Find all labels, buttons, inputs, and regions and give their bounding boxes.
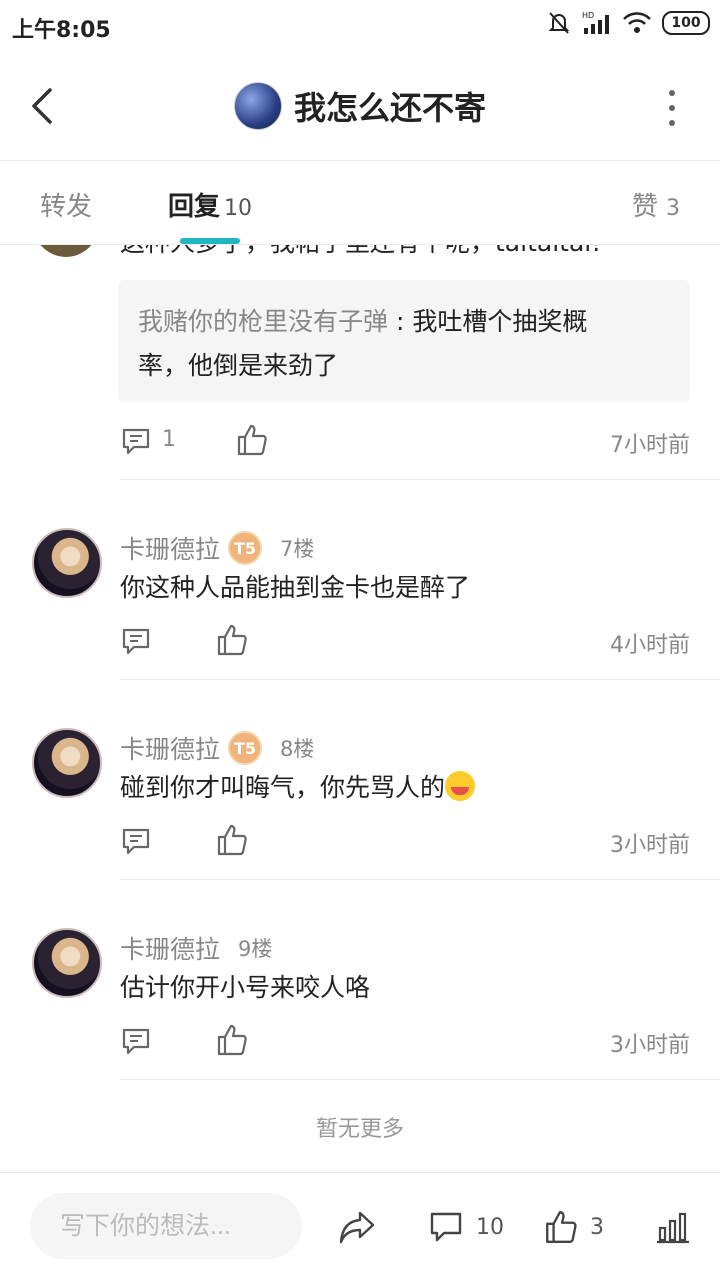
bar-chart-icon bbox=[657, 1212, 689, 1244]
tab-reply[interactable]: 回复 10 bbox=[168, 186, 252, 223]
comment-text: 这种人多了，我帖子里还有个呢，taitaitai! bbox=[120, 245, 601, 259]
username[interactable]: 卡珊德拉 bbox=[120, 730, 220, 766]
divider bbox=[120, 879, 720, 880]
divider bbox=[120, 1079, 720, 1080]
tab-like[interactable]: 赞3 bbox=[632, 186, 680, 223]
header: 我怎么还不寄 bbox=[0, 52, 720, 160]
timestamp: 3小时前 bbox=[610, 833, 690, 858]
mute-bell-icon bbox=[548, 12, 570, 34]
share-icon bbox=[339, 1211, 375, 1244]
reply-actions: 4小时前 bbox=[120, 621, 690, 661]
more-dot-icon bbox=[669, 120, 675, 126]
status-icons: HD 100 bbox=[546, 10, 710, 36]
smile-emoji-icon bbox=[445, 771, 476, 801]
quote-text-line-2: 率，他倒是来劲了 bbox=[138, 351, 339, 380]
comment-icon[interactable] bbox=[120, 1025, 152, 1057]
more-options-button[interactable] bbox=[660, 90, 684, 126]
user-level-badge: T5 bbox=[228, 531, 263, 565]
avatar[interactable] bbox=[32, 528, 102, 598]
thumbs-up-icon bbox=[546, 1211, 577, 1243]
timestamp: 7小时前 bbox=[610, 433, 690, 458]
status-time: 上午8:05 bbox=[12, 18, 111, 43]
thumbs-up-icon[interactable] bbox=[216, 1023, 248, 1057]
floor-number: 7楼 bbox=[280, 537, 315, 561]
stats-button[interactable] bbox=[656, 1209, 690, 1245]
quote-text-line-1: 我吐槽个抽奖概 bbox=[412, 307, 588, 336]
tab-forward[interactable]: 转发 bbox=[40, 186, 92, 223]
tab-like-count: 3 bbox=[666, 196, 680, 221]
more-dot-icon bbox=[669, 90, 675, 96]
comment-button[interactable]: 10 bbox=[428, 1209, 504, 1245]
reply-meta: 卡珊德拉 9楼 bbox=[120, 928, 272, 968]
like-count: 3 bbox=[590, 1214, 604, 1240]
comment-count: 10 bbox=[476, 1214, 504, 1240]
timestamp: 3小时前 bbox=[610, 1033, 690, 1058]
floor-number: 8楼 bbox=[280, 737, 315, 761]
page-title: 我怎么还不寄 bbox=[293, 89, 486, 127]
avatar[interactable] bbox=[32, 245, 100, 257]
title-group: 我怎么还不寄 bbox=[0, 82, 720, 130]
divider bbox=[120, 479, 720, 480]
like-button[interactable]: 3 bbox=[544, 1209, 604, 1245]
username[interactable]: 卡珊德拉 bbox=[120, 530, 220, 566]
comment-icon[interactable] bbox=[120, 425, 152, 457]
user-level-badge: T5 bbox=[228, 731, 263, 765]
tab-like-label: 赞 bbox=[631, 192, 658, 222]
divider bbox=[120, 679, 720, 680]
avatar[interactable] bbox=[32, 728, 102, 798]
avatar[interactable] bbox=[32, 928, 102, 998]
comment-icon[interactable] bbox=[120, 625, 152, 657]
reply-meta: 卡珊德拉 T5 8楼 bbox=[120, 728, 314, 768]
reply-text: 碰到你才叫晦气，你先骂人的 bbox=[120, 773, 446, 802]
floor-number: 9楼 bbox=[238, 937, 273, 961]
comment-count: 1 bbox=[162, 427, 176, 452]
tab-forward-label: 转发 bbox=[40, 192, 93, 222]
quoted-reply[interactable]: 我赌你的枪里没有子弹 : 我吐槽个抽奖概 率，他倒是来劲了 bbox=[118, 280, 690, 402]
svg-text:HD: HD bbox=[582, 11, 594, 20]
reply-text-container: 碰到你才叫晦气，你先骂人的 bbox=[120, 768, 476, 804]
more-dot-icon bbox=[669, 105, 675, 111]
battery-indicator: 100 bbox=[662, 11, 710, 35]
tab-bar: 转发 回复 10 赞3 bbox=[0, 162, 720, 244]
username[interactable]: 卡珊德拉 bbox=[120, 930, 220, 966]
divider bbox=[0, 160, 720, 161]
comment-icon[interactable] bbox=[120, 825, 152, 857]
reply-meta: 卡珊德拉 T5 7楼 bbox=[120, 528, 314, 568]
tab-reply-label: 回复 bbox=[168, 192, 221, 222]
thumbs-up-icon[interactable] bbox=[216, 623, 248, 657]
reply-actions: 3小时前 bbox=[120, 821, 690, 861]
signal-icon: HD bbox=[582, 11, 609, 34]
thumbs-up-icon[interactable] bbox=[236, 423, 268, 457]
reply-list[interactable]: 这种人多了，我帖子里还有个呢，taitaitai! 我赌你的枪里没有子弹 : 我… bbox=[0, 245, 720, 1173]
reply-text: 你这种人品能抽到金卡也是醉了 bbox=[120, 573, 471, 602]
user-avatar[interactable] bbox=[233, 82, 282, 130]
end-of-list-label: 暂无更多 bbox=[315, 1117, 404, 1142]
comment-icon bbox=[430, 1212, 462, 1242]
comment-input[interactable] bbox=[30, 1193, 302, 1259]
timestamp: 4小时前 bbox=[610, 633, 690, 658]
tab-reply-count: 10 bbox=[224, 196, 253, 221]
status-bar: 上午8:05 HD 100 bbox=[0, 0, 720, 52]
comment-actions: 1 7小时前 bbox=[120, 421, 690, 461]
quote-separator: : bbox=[388, 307, 413, 336]
reply-text: 估计你开小号来咬人咯 bbox=[120, 973, 371, 1002]
wifi-icon bbox=[623, 12, 651, 33]
share-button[interactable] bbox=[338, 1209, 376, 1245]
bottom-bar: 10 3 bbox=[0, 1173, 720, 1280]
thumbs-up-icon[interactable] bbox=[216, 823, 248, 857]
reply-actions: 3小时前 bbox=[120, 1021, 690, 1061]
quote-author[interactable]: 我赌你的枪里没有子弹 bbox=[138, 307, 388, 336]
